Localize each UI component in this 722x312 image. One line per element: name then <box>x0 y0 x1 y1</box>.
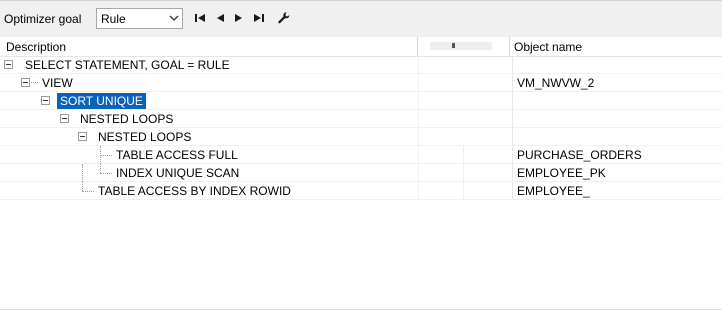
tree-node-label: TABLE ACCESS BY INDEX ROWID <box>98 184 291 198</box>
object-name-cell <box>512 92 722 110</box>
description-cell: INDEX UNIQUE SCAN <box>0 164 418 182</box>
tree-line <box>82 191 94 192</box>
bottom-border <box>0 309 722 310</box>
previous-icon <box>217 14 224 22</box>
table-row[interactable]: VIEW VM_NWVW_2 <box>0 74 722 92</box>
description-cell: SORT UNIQUE <box>0 92 418 110</box>
collapse-icon[interactable] <box>60 114 69 123</box>
last-button[interactable] <box>252 11 266 25</box>
optimizer-goal-select[interactable]: Rule <box>96 8 183 29</box>
blurred-cell <box>418 164 512 182</box>
first-icon <box>195 14 205 22</box>
previous-button[interactable] <box>213 11 227 25</box>
object-name: VM_NWVW_2 <box>517 76 595 90</box>
table-row[interactable]: NESTED LOOPS <box>0 110 722 128</box>
blurred-cell <box>418 146 512 164</box>
table-row[interactable]: TABLE ACCESS FULL PURCHASE_ORDERS <box>0 146 722 164</box>
chevron-down-icon <box>169 15 179 21</box>
tree-line <box>82 164 83 182</box>
object-name-cell: EMPLOYEE_ <box>512 182 722 200</box>
object-name-cell <box>512 110 722 128</box>
tree-line <box>82 182 83 191</box>
table-row[interactable]: SELECT STATEMENT, GOAL = RULE <box>0 56 722 74</box>
object-name: PURCHASE_ORDERS <box>517 148 642 162</box>
object-name: EMPLOYEE_PK <box>517 166 606 180</box>
grid-header: Description Object name <box>0 37 722 57</box>
last-icon <box>254 14 264 22</box>
description-cell: NESTED LOOPS <box>0 110 418 128</box>
tree-line <box>100 173 112 174</box>
object-name-cell: VM_NWVW_2 <box>512 74 722 92</box>
tree-node-label-selected: SORT UNIQUE <box>57 93 146 109</box>
description-cell: SELECT STATEMENT, GOAL = RULE <box>0 56 418 74</box>
column-divider[interactable] <box>417 37 418 56</box>
object-name-cell: EMPLOYEE_PK <box>512 164 722 182</box>
description-cell: NESTED LOOPS <box>0 128 418 146</box>
plan-tree-grid: SELECT STATEMENT, GOAL = RULE VIEW VM_NW… <box>0 56 722 206</box>
table-row[interactable]: SORT UNIQUE <box>0 92 722 110</box>
first-button[interactable] <box>193 11 207 25</box>
blurred-cell <box>418 92 512 110</box>
optimizer-goal-value: Rule <box>101 12 126 26</box>
tree-node-label: NESTED LOOPS <box>98 130 192 144</box>
tree-node-label: INDEX UNIQUE SCAN <box>116 166 240 180</box>
object-name-cell <box>512 128 722 146</box>
table-row[interactable]: TABLE ACCESS BY INDEX ROWID EMPLOYEE_ <box>0 182 722 200</box>
column-header-blurred <box>430 42 492 50</box>
blurred-cell <box>418 128 512 146</box>
description-cell: TABLE ACCESS BY INDEX ROWID <box>0 182 418 200</box>
object-name-cell <box>512 56 722 74</box>
toolbar: Optimizer goal Rule <box>0 0 722 38</box>
wrench-icon <box>278 12 290 24</box>
column-header-description[interactable]: Description <box>6 40 66 54</box>
blurred-cell <box>418 56 512 74</box>
description-cell: TABLE ACCESS FULL <box>0 146 418 164</box>
tree-node-label: VIEW <box>42 76 73 90</box>
tree-line <box>100 155 112 156</box>
next-icon <box>235 14 242 22</box>
optimizer-goal-label: Optimizer goal <box>4 12 82 26</box>
tree-line <box>100 164 101 173</box>
next-button[interactable] <box>232 11 246 25</box>
tree-node-label: TABLE ACCESS FULL <box>116 148 238 162</box>
column-divider[interactable] <box>509 37 510 56</box>
blurred-cell <box>418 74 512 92</box>
object-name-cell: PURCHASE_ORDERS <box>512 146 722 164</box>
tree-line <box>31 82 38 83</box>
column-header-object-name[interactable]: Object name <box>514 40 582 54</box>
tree-node-label: SELECT STATEMENT, GOAL = RULE <box>25 58 230 72</box>
collapse-icon[interactable] <box>4 60 13 69</box>
table-row[interactable]: NESTED LOOPS <box>0 128 722 146</box>
toolbar-top-border <box>0 0 722 1</box>
blurred-cell <box>418 182 512 200</box>
description-cell: VIEW <box>0 74 418 92</box>
blurred-cell <box>418 110 512 128</box>
table-row[interactable]: INDEX UNIQUE SCAN EMPLOYEE_PK <box>0 164 722 182</box>
object-name: EMPLOYEE_ <box>517 184 590 198</box>
settings-button[interactable] <box>277 11 291 25</box>
collapse-icon[interactable] <box>21 78 30 87</box>
collapse-icon[interactable] <box>41 96 50 105</box>
tree-node-label: NESTED LOOPS <box>80 112 174 126</box>
collapse-icon[interactable] <box>78 132 87 141</box>
